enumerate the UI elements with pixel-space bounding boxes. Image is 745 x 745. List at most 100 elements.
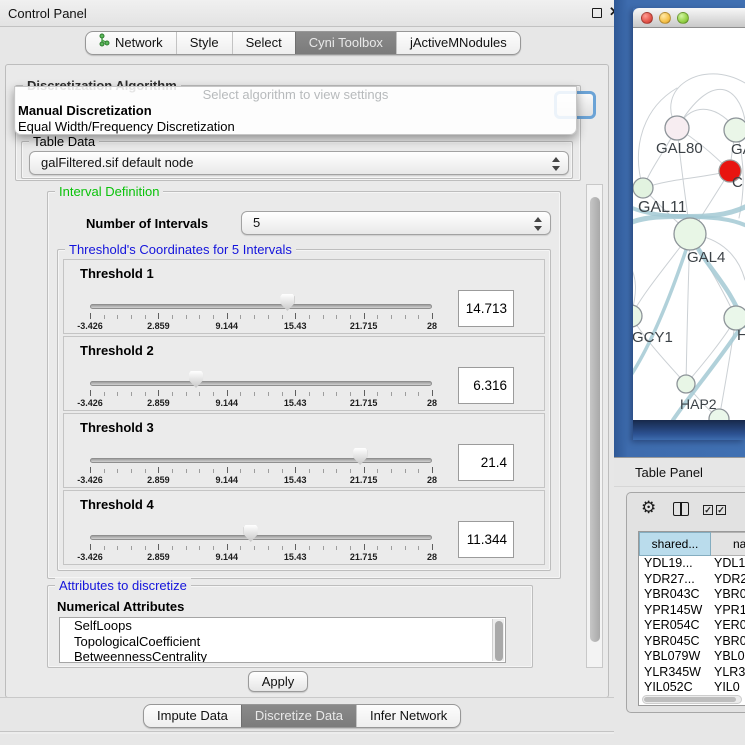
slider-track xyxy=(90,535,432,540)
panel-scrollbar[interactable] xyxy=(586,184,603,668)
table-cell: YBR043C xyxy=(644,587,700,603)
network-canvas[interactable]: GAL80GACGAL11GAL4GCY1HHAP2 xyxy=(633,28,745,420)
column-header-shared-name[interactable]: shared... xyxy=(639,532,711,556)
threshold-value-field[interactable]: 6.316 xyxy=(458,367,514,404)
tick-mark xyxy=(377,392,378,396)
tab-infer-network[interactable]: Infer Network xyxy=(356,705,460,727)
network-node[interactable] xyxy=(633,178,653,198)
float-window-icon[interactable] xyxy=(592,8,602,18)
tick-mark xyxy=(405,469,406,473)
network-edge[interactable] xyxy=(643,171,730,188)
node-label: HAP2 xyxy=(680,396,717,412)
tick-mark xyxy=(227,313,228,319)
tick-label: 9.144 xyxy=(216,475,239,485)
table-cell: YPR145W xyxy=(644,603,702,619)
tick-mark xyxy=(295,390,296,396)
attribute-list-item[interactable]: TopologicalCoefficient xyxy=(60,634,505,650)
zoom-traffic-icon[interactable] xyxy=(677,12,689,24)
column-header-name[interactable]: na xyxy=(711,532,745,556)
table-row[interactable]: YDL19...YDL1 xyxy=(639,556,745,572)
table-row[interactable]: YBR045CYBR0 xyxy=(639,634,745,650)
checkbox-icon[interactable]: ✓ xyxy=(703,505,713,515)
list-scrollbar-thumb[interactable] xyxy=(495,621,503,661)
network-node[interactable] xyxy=(674,218,706,250)
network-edge[interactable] xyxy=(633,238,690,384)
apply-button[interactable]: Apply xyxy=(248,671,308,692)
table-data-combobox[interactable]: galFiltered.sif default node xyxy=(29,151,569,175)
tick-mark xyxy=(432,390,433,396)
threshold-slider[interactable]: -3.4262.8599.14415.4321.71528 xyxy=(90,491,432,566)
cyni-toolbox-panel: Discretization Algorithm Table Data galF… xyxy=(5,64,609,698)
table-data-combobox-value: galFiltered.sif default node xyxy=(41,155,193,170)
tick-mark xyxy=(254,546,255,550)
tab-jactivemnodules[interactable]: jActiveMNodules xyxy=(396,32,520,54)
attribute-list-item[interactable]: BetweennessCentrality xyxy=(60,649,505,663)
tick-mark xyxy=(254,315,255,319)
tick-mark xyxy=(104,546,105,550)
threshold-slider[interactable]: -3.4262.8599.14415.4321.71528 xyxy=(90,260,432,335)
number-of-intervals-spinner[interactable]: 5 xyxy=(241,211,551,235)
table-hscrollbar[interactable] xyxy=(642,695,742,704)
threshold-slider[interactable]: -3.4262.8599.14415.4321.71528 xyxy=(90,414,432,489)
tab-label: Impute Data xyxy=(157,705,228,727)
tick-mark xyxy=(350,392,351,396)
table-row[interactable]: YIL052CYIL0 xyxy=(639,680,745,696)
gear-icon[interactable]: ⚙ xyxy=(641,498,656,518)
table-row[interactable]: YBR043CYBR0 xyxy=(639,587,745,603)
tick-mark xyxy=(323,546,324,550)
threshold-value-field[interactable]: 11.344 xyxy=(458,521,514,558)
tick-mark xyxy=(405,392,406,396)
table-row[interactable]: YER054CYER0 xyxy=(639,618,745,634)
threshold-value-field[interactable]: 21.4 xyxy=(458,444,514,481)
tick-mark xyxy=(350,315,351,319)
tab-network[interactable]: Network xyxy=(86,32,176,54)
list-scrollbar[interactable] xyxy=(492,619,504,661)
table-hscrollbar-thumb[interactable] xyxy=(644,697,736,702)
tick-mark xyxy=(377,469,378,473)
threshold-value-field[interactable]: 14.713 xyxy=(458,290,514,327)
tick-mark xyxy=(186,546,187,550)
tab-label: Select xyxy=(246,32,282,54)
tick-label: 2.859 xyxy=(147,475,170,485)
attributes-listbox[interactable]: SelfLoopsTopologicalCoefficientBetweenne… xyxy=(59,617,506,663)
checkbox-icon[interactable]: ✓ xyxy=(716,505,726,515)
network-window-titlebar[interactable] xyxy=(633,8,745,28)
tab-style[interactable]: Style xyxy=(176,32,232,54)
panel-scrollbar-thumb[interactable] xyxy=(590,197,600,642)
table-cell: YBR045C xyxy=(644,634,700,650)
tab-discretize-data[interactable]: Discretize Data xyxy=(241,705,356,727)
tick-mark xyxy=(240,392,241,396)
network-node[interactable] xyxy=(724,118,745,142)
attribute-list-item[interactable]: SelfLoops xyxy=(60,618,505,634)
close-traffic-icon[interactable] xyxy=(641,12,653,24)
tab-label: Infer Network xyxy=(370,705,447,727)
tab-cyni-toolbox[interactable]: Cyni Toolbox xyxy=(295,32,396,54)
table-cell: YDL1 xyxy=(714,556,745,572)
tick-mark xyxy=(117,469,118,473)
tab-impute-data[interactable]: Impute Data xyxy=(144,705,241,727)
network-node[interactable] xyxy=(677,375,695,393)
tick-mark xyxy=(309,315,310,319)
slider-track xyxy=(90,381,432,386)
table-row[interactable]: YLR345WYLR3 xyxy=(639,665,745,681)
tab-select[interactable]: Select xyxy=(232,32,295,54)
minimize-traffic-icon[interactable] xyxy=(659,12,671,24)
network-node[interactable] xyxy=(633,305,642,327)
dropdown-option[interactable]: Equal Width/Frequency Discretization xyxy=(15,119,576,135)
split-view-icon[interactable] xyxy=(673,502,689,516)
table-row[interactable]: YDR27...YDR2 xyxy=(639,572,745,588)
dropdown-option[interactable]: Manual Discretization xyxy=(15,103,576,119)
divider xyxy=(0,697,614,698)
numerical-attributes-label: Numerical Attributes xyxy=(57,599,184,614)
table-row[interactable]: YBL079WYBL0 xyxy=(639,649,745,665)
network-node[interactable] xyxy=(665,116,689,140)
threshold-slider[interactable]: -3.4262.8599.14415.4321.71528 xyxy=(90,337,432,412)
tick-mark xyxy=(213,546,214,550)
tick-mark xyxy=(213,392,214,396)
network-edge[interactable] xyxy=(719,318,736,419)
network-edge[interactable] xyxy=(633,316,686,384)
table-row[interactable]: YPR145WYPR1 xyxy=(639,603,745,619)
tick-mark xyxy=(391,546,392,550)
tick-label: 15.43 xyxy=(284,475,307,485)
dropdown-placeholder-item: Select algorithm to view settings xyxy=(15,87,576,103)
